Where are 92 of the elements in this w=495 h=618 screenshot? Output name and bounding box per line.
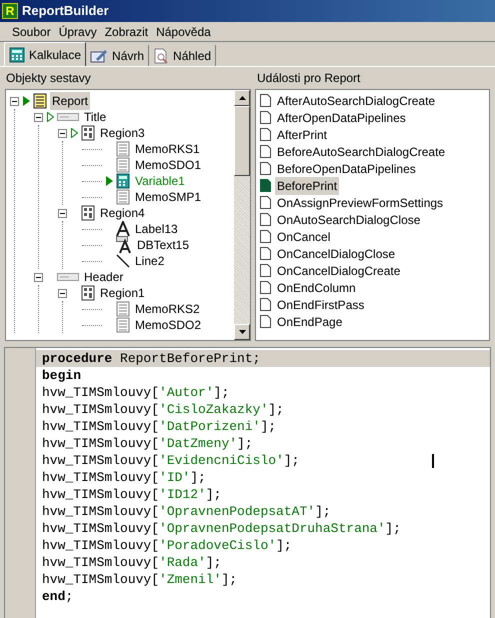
collapse-toggle[interactable] bbox=[10, 96, 19, 106]
band-icon bbox=[57, 273, 79, 281]
code-line: begin bbox=[41, 367, 82, 384]
event-item[interactable]: AfterAutoSearchDialogCreate bbox=[275, 92, 438, 110]
menu-item[interactable]: Soubor bbox=[12, 23, 51, 41]
tab[interactable]: Kalkulace bbox=[4, 42, 86, 66]
line-icon bbox=[116, 254, 130, 268]
code-line: hvw_TIMSmlouvy['ID12']; bbox=[41, 486, 222, 503]
tree-item[interactable]: Report bbox=[50, 92, 90, 110]
app-icon: R bbox=[2, 3, 18, 19]
minus-icon bbox=[60, 210, 65, 216]
minus-icon bbox=[36, 114, 41, 120]
tree-item[interactable]: DBText15 bbox=[135, 236, 192, 254]
tree-item[interactable]: Label13 bbox=[133, 220, 180, 238]
scroll-up-button[interactable] bbox=[234, 90, 250, 106]
tab[interactable]: Náhled bbox=[149, 45, 216, 66]
code-line: hvw_TIMSmlouvy['Rada']; bbox=[41, 554, 222, 571]
code-line: hvw_TIMSmlouvy['EvidencniCislo']; bbox=[36, 452, 490, 469]
code-line: hvw_TIMSmlouvy['PoradoveCislo']; bbox=[41, 537, 293, 554]
region-icon bbox=[81, 205, 95, 221]
tree-item[interactable]: MemoRKS2 bbox=[133, 300, 202, 318]
event-item[interactable]: BeforeAutoSearchDialogCreate bbox=[275, 142, 448, 160]
event-item[interactable]: OnCancelDialogClose bbox=[275, 244, 398, 262]
calculator-icon bbox=[116, 173, 130, 189]
event-item[interactable]: AfterPrint bbox=[275, 126, 330, 144]
event-item[interactable]: OnEndColumn bbox=[275, 278, 358, 296]
code-line: hvw_TIMSmlouvy['Autor']; bbox=[41, 384, 230, 401]
panel-title: Události pro Report bbox=[256, 70, 360, 87]
page-magnifier-icon bbox=[153, 48, 170, 64]
menu-item[interactable]: Nápověda bbox=[156, 23, 211, 41]
code-line: hvw_TIMSmlouvy['DatZmeny']; bbox=[41, 435, 254, 452]
collapse-toggle[interactable] bbox=[58, 128, 67, 138]
event-item[interactable]: OnEndPage bbox=[275, 312, 344, 330]
event-item[interactable]: OnCancel bbox=[275, 228, 332, 246]
region-icon bbox=[81, 285, 95, 301]
minus-icon bbox=[60, 130, 65, 136]
code-line: hvw_TIMSmlouvy['CisloZakazky']; bbox=[41, 401, 285, 418]
pencil-form-icon bbox=[90, 48, 108, 62]
text-cursor bbox=[432, 454, 434, 468]
event-item[interactable]: OnAutoSearchDialogClose bbox=[275, 210, 422, 228]
collapse-toggle[interactable] bbox=[34, 112, 43, 122]
tree-item[interactable]: Header bbox=[82, 268, 126, 286]
scrollbar[interactable] bbox=[234, 90, 250, 340]
tree-item[interactable]: MemoSDO2 bbox=[133, 316, 204, 334]
minus-icon bbox=[36, 274, 41, 280]
panel-title: Objekty sestavy bbox=[5, 70, 92, 87]
collapse-toggle[interactable] bbox=[58, 208, 67, 218]
database-letter-icon bbox=[116, 236, 132, 254]
down-arrow-icon bbox=[238, 330, 246, 334]
region-icon bbox=[81, 125, 95, 141]
menu-item[interactable]: Úpravy bbox=[58, 23, 97, 41]
event-item[interactable]: AfterOpenDataPipelines bbox=[275, 108, 408, 126]
window-title: ReportBuilder bbox=[22, 2, 109, 20]
memo-icon bbox=[116, 189, 130, 205]
report-icon bbox=[33, 93, 47, 109]
memo-icon bbox=[116, 157, 130, 173]
code-line: hvw_TIMSmlouvy['OpravnenPodepsatAT']; bbox=[41, 503, 332, 520]
code-line: hvw_TIMSmlouvy['ID']; bbox=[41, 469, 207, 486]
event-item[interactable]: BeforePrint bbox=[275, 176, 340, 194]
band-icon bbox=[57, 113, 79, 121]
memo-icon bbox=[116, 301, 130, 317]
minus-icon bbox=[60, 290, 65, 296]
event-item[interactable]: OnEndFirstPass bbox=[275, 296, 366, 314]
tree-item[interactable]: MemoRKS1 bbox=[133, 140, 202, 158]
event-item[interactable]: OnAssignPreviewFormSettings bbox=[275, 194, 446, 212]
code-line: end; bbox=[41, 588, 74, 605]
scroll-thumb[interactable] bbox=[234, 106, 250, 176]
collapse-toggle[interactable] bbox=[34, 272, 43, 282]
code-editor[interactable] bbox=[4, 347, 491, 618]
tree-item[interactable]: Region4 bbox=[98, 204, 147, 222]
tree-item[interactable]: Title bbox=[82, 108, 108, 126]
event-item[interactable]: BeforeOpenDataPipelines bbox=[275, 160, 418, 178]
memo-icon bbox=[116, 317, 130, 333]
tree-item[interactable]: Region1 bbox=[98, 284, 147, 302]
memo-icon bbox=[116, 141, 130, 157]
tree-item[interactable]: Variable1 bbox=[133, 172, 187, 190]
code-line: hvw_TIMSmlouvy['Zmenil']; bbox=[41, 571, 238, 588]
menu-item[interactable]: Zobrazit bbox=[104, 23, 148, 41]
tree-item[interactable]: Line2 bbox=[133, 252, 166, 270]
collapse-toggle[interactable] bbox=[58, 288, 67, 298]
up-arrow-icon bbox=[238, 96, 246, 100]
calculator-icon bbox=[9, 46, 25, 62]
tree-item[interactable]: Region3 bbox=[98, 124, 147, 142]
scroll-down-button[interactable] bbox=[234, 324, 250, 340]
code-line: hvw_TIMSmlouvy['DatPorizeni']; bbox=[41, 418, 278, 435]
minus-icon bbox=[12, 98, 17, 104]
event-item[interactable]: OnCancelDialogCreate bbox=[275, 262, 402, 280]
code-line: hvw_TIMSmlouvy['OpravnenPodepsatDruhaStrana']; bbox=[41, 520, 402, 537]
tree-item[interactable]: MemoSMP1 bbox=[133, 188, 204, 206]
tab[interactable]: Návrh bbox=[86, 45, 150, 66]
letter-a-icon bbox=[116, 221, 130, 237]
tree-item[interactable]: MemoSDO1 bbox=[133, 156, 204, 174]
